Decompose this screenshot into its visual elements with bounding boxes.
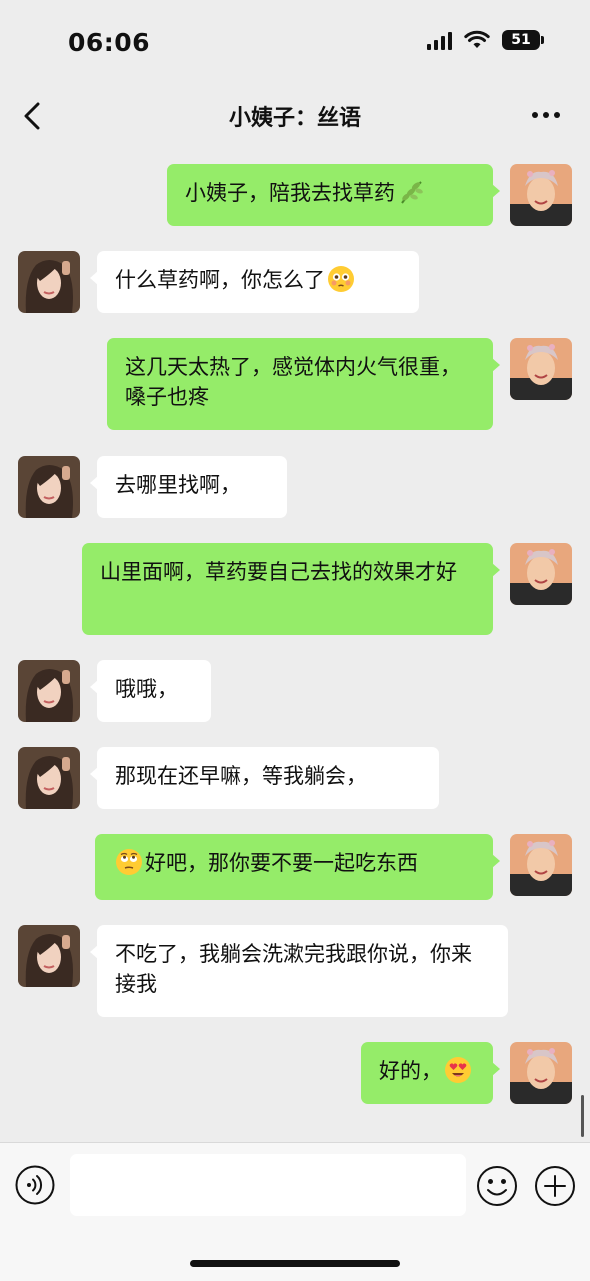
wifi-icon — [464, 30, 490, 48]
message-text: 小姨子，陪我去找草药 — [185, 181, 395, 205]
status-bar: 06:06 51 — [0, 0, 590, 88]
flushed-face-icon — [327, 265, 355, 301]
message-text: 那现在还早嘛，等我躺会， — [115, 764, 367, 788]
message-text: 好吧，那你要不要一起吃东西 — [145, 851, 418, 875]
more-options-icon[interactable] — [528, 100, 564, 130]
message-text: 山里面啊，草药要自己去找的效果才好 — [100, 560, 457, 584]
contact-avatar[interactable] — [18, 456, 80, 518]
sent-message-bubble[interactable]: 山里面啊，草药要自己去找的效果才好 — [82, 543, 500, 635]
sent-message-bubble[interactable]: 这几天太热了，感觉体内火气很重，嗓子也疼 — [107, 338, 500, 430]
battery-level: 51 — [511, 32, 531, 48]
received-message-bubble[interactable]: 哦哦， — [90, 660, 211, 722]
message-text: 去哪里找啊， — [115, 473, 241, 497]
chat-header: 小姨子：丝语 — [0, 88, 590, 144]
battery-icon: 51 — [502, 30, 544, 50]
chat-title: 小姨子：丝语 — [228, 106, 361, 131]
received-message-bubble[interactable]: 不吃了，我躺会洗漱完我跟你说，你来接我 — [90, 925, 508, 1017]
message-text: 什么草药啊，你怎么了 — [115, 268, 325, 292]
my-avatar[interactable] — [510, 543, 572, 605]
message-text: 不吃了，我躺会洗漱完我跟你说，你来接我 — [115, 942, 472, 996]
my-avatar[interactable] — [510, 338, 572, 400]
message-list[interactable]: 小姨子，陪我去找草药 什么草药啊，你怎么了 这几天太热了，感觉体内火气很重，嗓子… — [0, 146, 590, 1141]
my-avatar[interactable] — [510, 834, 572, 896]
plus-icon[interactable] — [534, 1165, 576, 1207]
received-message-bubble[interactable]: 什么草药啊，你怎么了 — [90, 251, 419, 313]
voice-input-icon[interactable] — [15, 1165, 55, 1205]
my-avatar[interactable] — [510, 1042, 572, 1104]
contact-avatar[interactable] — [18, 925, 80, 987]
face-with-rolling-eyes-icon — [115, 848, 143, 884]
message-input[interactable] — [70, 1154, 466, 1216]
message-text: 这几天太热了，感觉体内火气很重，嗓子也疼 — [125, 355, 461, 409]
my-avatar[interactable] — [510, 164, 572, 226]
received-message-bubble[interactable]: 那现在还早嘛，等我躺会， — [90, 747, 439, 809]
message-text: 好的， — [379, 1059, 442, 1083]
signal-icon — [427, 30, 452, 50]
sent-message-bubble[interactable]: 好的， — [361, 1042, 500, 1104]
received-message-bubble[interactable]: 去哪里找啊， — [90, 456, 287, 518]
message-text: 哦哦， — [115, 677, 178, 701]
scroll-indicator[interactable] — [581, 1095, 584, 1137]
input-bar — [0, 1142, 590, 1281]
contact-avatar[interactable] — [18, 747, 80, 809]
sent-message-bubble[interactable]: 小姨子，陪我去找草药 — [167, 164, 500, 226]
status-time: 06:06 — [68, 28, 151, 57]
contact-avatar[interactable] — [18, 660, 80, 722]
emoji-icon[interactable] — [476, 1165, 518, 1207]
home-indicator — [190, 1260, 400, 1267]
heart-eyes-face-icon — [444, 1056, 472, 1092]
status-icons: 51 — [427, 30, 544, 50]
sent-message-bubble[interactable]: 好吧，那你要不要一起吃东西 — [95, 834, 500, 900]
herb-icon — [397, 178, 425, 214]
contact-avatar[interactable] — [18, 251, 80, 313]
